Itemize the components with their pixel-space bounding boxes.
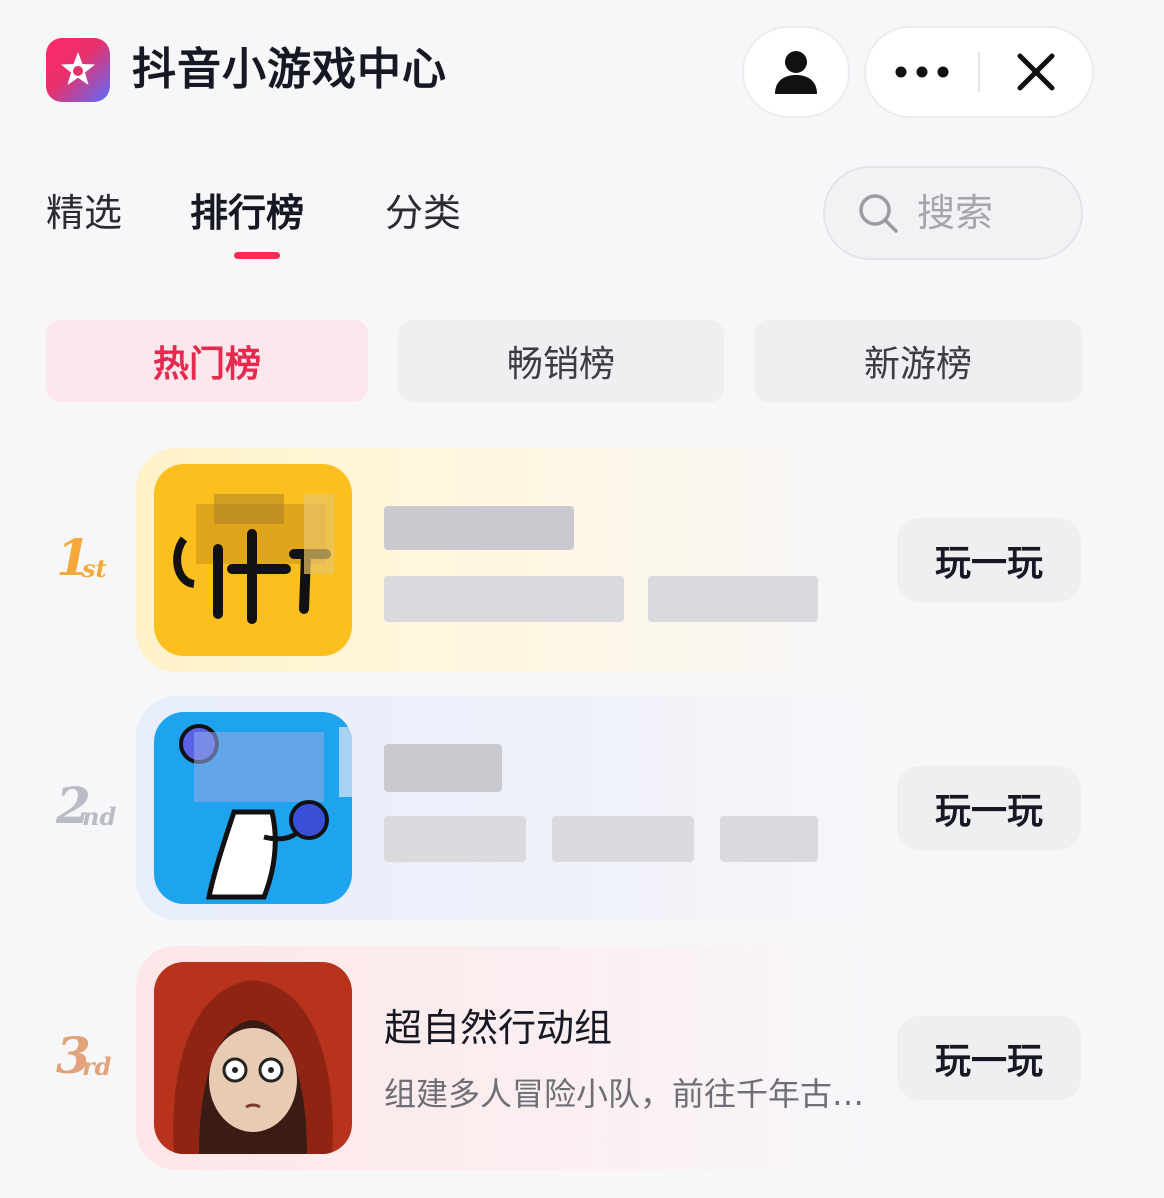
tab-categories[interactable]: 分类: [385, 186, 461, 240]
profile-icon: [775, 51, 817, 94]
ranking-item[interactable]: 3rd 超自然行动组 组建多人冒险小队，前往千年古… 玩一玩: [0, 946, 1164, 1170]
redacted-game-desc: [384, 816, 526, 862]
close-icon: [1017, 53, 1055, 91]
game-icon[interactable]: [154, 962, 352, 1154]
play-button[interactable]: 玩一玩: [897, 766, 1081, 850]
segment-hot[interactable]: 热门榜: [46, 320, 368, 402]
redacted-game-name: [384, 506, 574, 550]
star-logo-icon: [61, 52, 95, 85]
redacted-game-desc: [648, 576, 818, 622]
segment-new[interactable]: 新游榜: [754, 320, 1082, 402]
segment-bestseller[interactable]: 畅销榜: [398, 320, 724, 402]
play-button[interactable]: 玩一玩: [897, 518, 1081, 602]
tab-rankings[interactable]: 排行榜: [190, 186, 304, 240]
rank-badge: 3rd: [56, 1026, 112, 1085]
redacted-game-desc: [384, 576, 624, 622]
rank-badge: 2nd: [56, 776, 117, 835]
game-icon[interactable]: [154, 712, 352, 904]
ranking-item[interactable]: 1st 玩一玩: [0, 448, 1164, 672]
search-icon: [859, 194, 898, 233]
redacted-game-name: [384, 744, 502, 792]
game-name: 超自然行动组: [384, 1006, 613, 1050]
game-icon[interactable]: [154, 464, 352, 656]
redacted-game-desc: [720, 816, 818, 862]
search-input[interactable]: [917, 191, 1067, 235]
close-button[interactable]: [980, 28, 1092, 116]
game-desc: 组建多人冒险小队，前往千年古…: [384, 1075, 865, 1113]
tab-featured[interactable]: 精选: [46, 186, 122, 240]
app-logo: [46, 38, 110, 102]
app-title: 抖音小游戏中心: [132, 44, 447, 95]
search-box[interactable]: [823, 166, 1083, 260]
active-tab-indicator: [234, 252, 280, 259]
profile-button[interactable]: [742, 26, 850, 118]
more-button[interactable]: [866, 28, 978, 116]
rank-badge: 1st: [56, 528, 107, 587]
ranking-item[interactable]: 2nd 玩一玩: [0, 696, 1164, 920]
more-icon: [895, 66, 949, 78]
redacted-game-desc: [552, 816, 694, 862]
play-button[interactable]: 玩一玩: [897, 1016, 1081, 1100]
mini-program-capsule: [864, 26, 1094, 118]
